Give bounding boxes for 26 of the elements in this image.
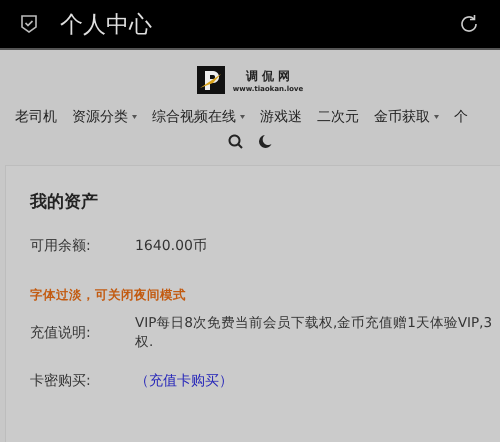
nav-item[interactable]: 老司机 (15, 108, 57, 126)
moon-icon[interactable] (258, 134, 272, 149)
recharge-text: VIP每日8次免费当前会员下载权,金币充值赠1天体验VIP,3 (135, 314, 492, 333)
shield-check-icon[interactable] (20, 14, 38, 34)
nav-item[interactable]: 二次元 (317, 108, 359, 126)
caret-icon[interactable] (240, 115, 245, 119)
recharge-card-link[interactable]: （充值卡购买） (135, 372, 233, 390)
nav-item[interactable]: 资源分类 (72, 108, 128, 126)
logo-icon (196, 66, 225, 94)
field-label: 充值说明: (30, 324, 92, 342)
balance-value: 1640.00币 (135, 237, 207, 255)
recharge-text: 权. (135, 333, 154, 352)
nav-item[interactable]: 综合视频在线 (152, 108, 236, 126)
refresh-icon[interactable] (458, 13, 480, 35)
section-title: 我的资产 (30, 191, 99, 213)
field-label: 可用余额: (30, 237, 92, 255)
nav-item[interactable]: 游戏迷 (260, 108, 302, 126)
nav-item[interactable]: 金币获取 (374, 108, 430, 126)
caret-icon[interactable] (434, 115, 439, 119)
page-title: 个人中心 (60, 10, 153, 40)
field-label: 卡密购买: (30, 372, 92, 390)
caret-icon[interactable] (132, 115, 137, 119)
nav-item[interactable]: 个 (454, 108, 468, 126)
search-icon[interactable] (228, 134, 243, 149)
notice-text: 字体过淡，可关闭夜间模式 (30, 287, 187, 304)
site-name: 调 侃 网 (246, 68, 290, 84)
